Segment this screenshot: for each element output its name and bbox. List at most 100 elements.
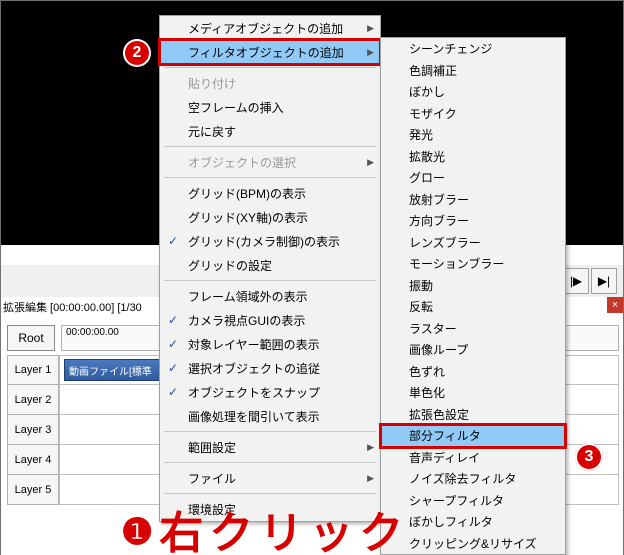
layer-labels: Layer 1 Layer 2 Layer 3 Layer 4 Layer 5 [7,355,59,505]
submenu-item-label: 発光 [409,126,433,143]
menu-item-label: カメラ視点GUIの表示 [188,312,305,329]
submenu-item[interactable]: 反転 [381,296,565,318]
submenu-item-label: 画像ループ [409,341,468,358]
submenu-item[interactable]: 部分フィルタ [381,425,565,447]
close-icon[interactable]: × [607,297,623,313]
menu-item-label: 対象レイヤー範囲の表示 [188,336,320,353]
menu-item[interactable]: 画像処理を間引いて表示 [160,404,380,428]
submenu-item-label: ラスター [409,320,457,337]
submenu-item-label: シーンチェンジ [409,40,492,57]
submenu-item[interactable]: 色調補正 [381,60,565,82]
submenu-item-label: 方向ブラー [409,212,469,229]
layer-label[interactable]: Layer 1 [7,355,59,385]
check-icon: ✓ [166,361,180,375]
submenu-item[interactable]: モーションブラー [381,253,565,275]
submenu-item[interactable]: 発光 [381,124,565,146]
submenu-item-label: モザイク [409,105,457,122]
menu-item-label: グリッド(カメラ制御)の表示 [188,233,340,250]
menu-item-label: 画像処理を間引いて表示 [188,408,320,425]
submenu-item[interactable]: シーンチェンジ [381,38,565,60]
menu-item-label: グリッドの設定 [188,257,272,274]
submenu-item-label: 振動 [409,277,433,294]
submenu-item[interactable]: 振動 [381,275,565,297]
submenu-item-label: ぼかしフィルタ [409,513,493,530]
check-icon: ✓ [166,385,180,399]
submenu-item[interactable]: レンズブラー [381,232,565,254]
submenu-item[interactable]: 色ずれ [381,361,565,383]
submenu-item-label: 拡散光 [409,148,445,165]
submenu-item-label: グロー [409,169,445,186]
annotation-badge-3: 3 [575,443,603,471]
menu-item[interactable]: 空フレームの挿入 [160,95,380,119]
step-forward-button[interactable]: |▶ [563,268,589,294]
menu-item[interactable]: グリッド(BPM)の表示 [160,181,380,205]
menu-item: オブジェクトの選択 [160,150,380,174]
menu-item-label: 範囲設定 [188,439,236,456]
menu-item[interactable]: ✓ カメラ視点GUIの表示 [160,308,380,332]
menu-item-label: フィルタオブジェクトの追加 [188,44,344,61]
submenu-item[interactable]: グロー [381,167,565,189]
submenu-item-label: クリッピング&リサイズ [409,535,537,552]
annotation-text-1: 右クリック [159,509,409,555]
check-icon: ✓ [166,337,180,351]
layer-label[interactable]: Layer 5 [7,475,59,505]
check-icon: ✓ [166,234,180,248]
menu-item: 貼り付け [160,71,380,95]
menu-item-label: 選択オブジェクトの追従 [188,360,320,377]
submenu-item[interactable]: 拡張色設定 [381,404,565,426]
submenu-item-label: ノイズ除去フィルタ [409,470,516,487]
layer-label[interactable]: Layer 2 [7,385,59,415]
submenu-item[interactable]: ノイズ除去フィルタ [381,468,565,490]
menu-item[interactable]: ✓オブジェクトをスナップ [160,380,380,404]
submenu-item[interactable]: 音声ディレイ [381,447,565,469]
app-root: |◀ ◀| ▶ |▶ ▶| 拡張編集 [00:00:00.00] [1/30 ×… [0,0,624,555]
submenu-item[interactable]: 単色化 [381,382,565,404]
submenu-item-label: 拡張色設定 [409,406,469,423]
submenu-item-label: ぼかし [409,83,445,100]
context-menu: メディアオブジェクトの追加フィルタオブジェクトの追加貼り付け空フレームの挿入元に… [159,15,381,522]
menu-item-label: オブジェクトの選択 [188,154,296,171]
menu-item[interactable]: グリッドの設定 [160,253,380,277]
submenu-item-label: モーションブラー [409,255,504,272]
annotation-num-1: ❶ [121,511,159,552]
submenu-item[interactable]: 拡散光 [381,146,565,168]
menu-item-label: 空フレームの挿入 [188,99,284,116]
layer-label[interactable]: Layer 4 [7,445,59,475]
submenu-item[interactable]: ラスター [381,318,565,340]
menu-item[interactable]: グリッド(XY軸)の表示 [160,205,380,229]
submenu-item-label: シャープフィルタ [409,492,504,509]
menu-item[interactable]: メディアオブジェクトの追加 [160,16,380,40]
menu-item-label: 元に戻す [188,123,236,140]
timeline-title: 拡張編集 [00:00:00.00] [1/30 [3,299,142,315]
submenu-item[interactable]: ぼかし [381,81,565,103]
submenu-item-label: 色ずれ [409,363,445,380]
submenu-item-label: 反転 [409,298,433,315]
submenu-item[interactable]: モザイク [381,103,565,125]
menu-item[interactable]: フィルタオブジェクトの追加 [160,40,380,64]
forward-button[interactable]: ▶| [591,268,617,294]
menu-item[interactable]: ✓ 選択オブジェクトの追従 [160,356,380,380]
check-icon: ✓ [166,313,180,327]
root-button[interactable]: Root [7,325,55,351]
menu-item[interactable]: ファイル [160,466,380,490]
menu-item[interactable]: 元に戻す [160,119,380,143]
menu-item[interactable]: ✓ グリッド(カメラ制御)の表示 [160,229,380,253]
menu-item[interactable]: ✓ 対象レイヤー範囲の表示 [160,332,380,356]
submenu-item[interactable]: 方向ブラー [381,210,565,232]
submenu-item[interactable]: 画像ループ [381,339,565,361]
menu-item-label: ファイル [188,470,236,487]
menu-item[interactable]: フレーム領域外の表示 [160,284,380,308]
annotation-right-click: ❶右クリック [121,497,409,555]
filter-submenu: シーンチェンジ色調補正ぼかしモザイク発光拡散光グロー放射ブラー方向ブラーレンズブ… [380,37,566,555]
menu-item-label: グリッド(XY軸)の表示 [188,209,308,226]
menu-item-label: グリッド(BPM)の表示 [188,185,306,202]
submenu-item-label: 色調補正 [409,62,457,79]
layer-label[interactable]: Layer 3 [7,415,59,445]
menu-item[interactable]: 範囲設定 [160,435,380,459]
submenu-item-label: 部分フィルタ [409,427,481,444]
submenu-item-label: 単色化 [409,384,445,401]
annotation-badge-2: 2 [123,39,151,67]
menu-item-label: フレーム領域外の表示 [188,288,308,305]
menu-item-label: 貼り付け [188,75,236,92]
submenu-item[interactable]: 放射ブラー [381,189,565,211]
